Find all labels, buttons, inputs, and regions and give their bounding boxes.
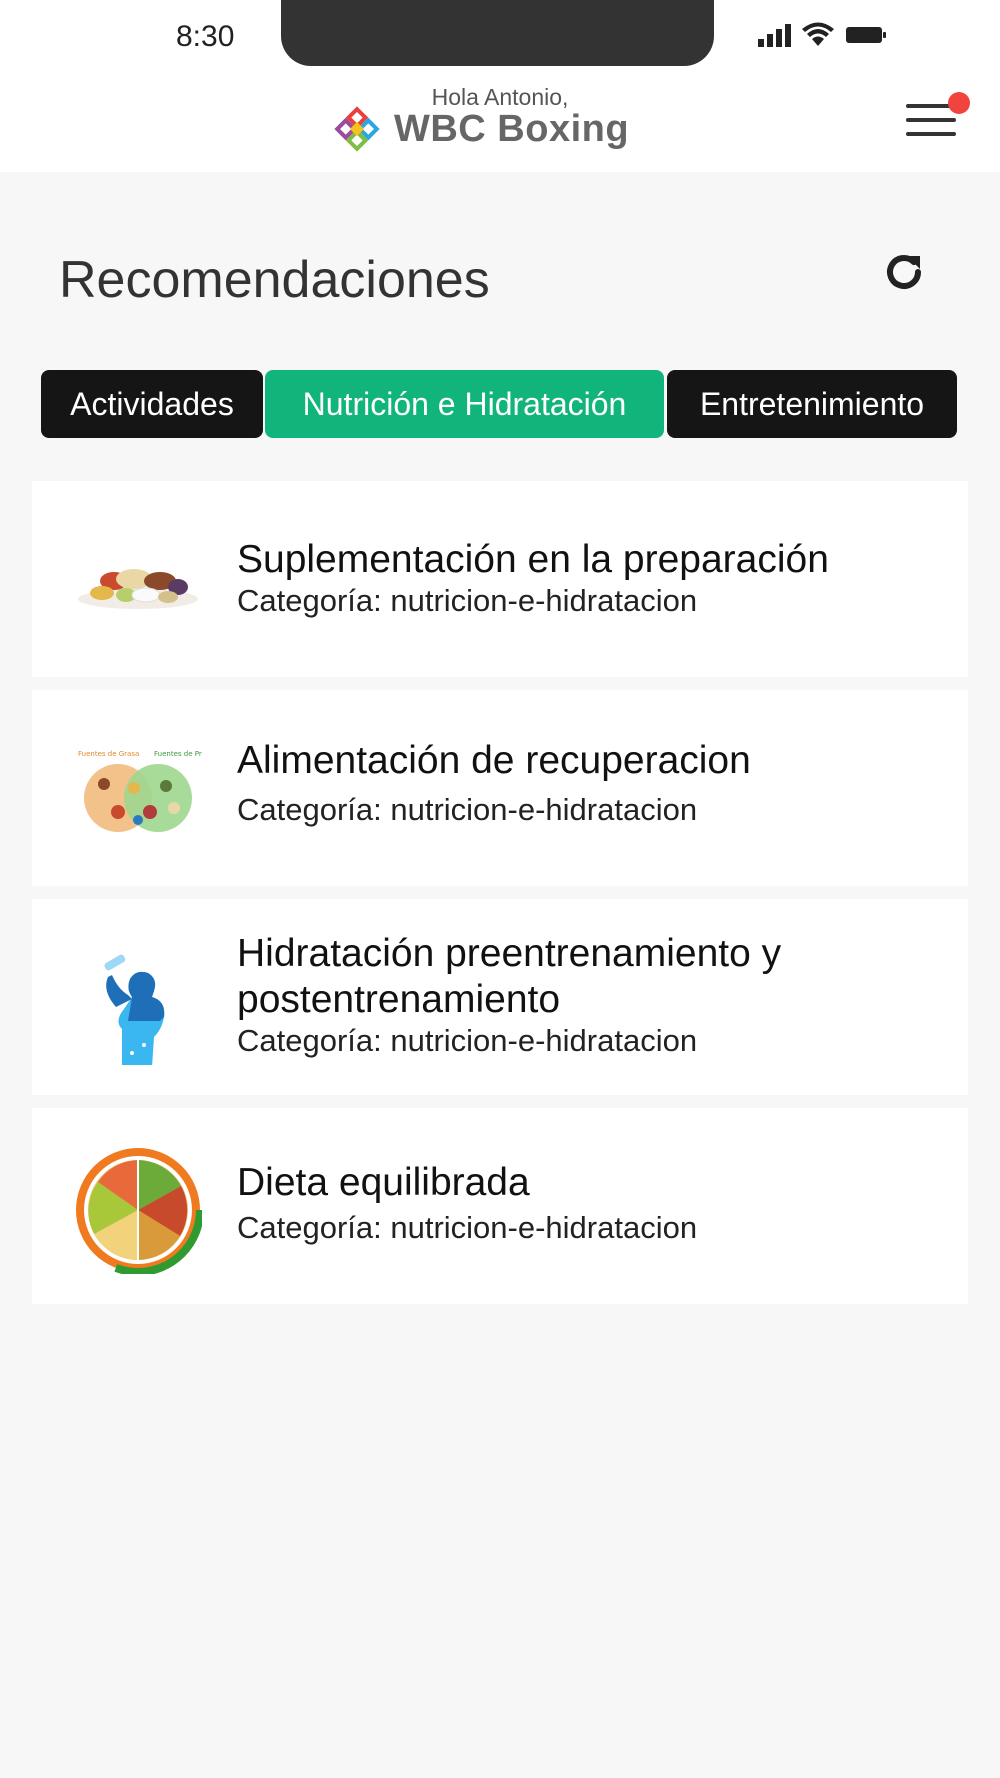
recommendation-card[interactable]: Dieta equilibrada Categoría: nutricion-e… xyxy=(32,1108,968,1304)
recommendation-card[interactable]: Fuentes de Grasa Fuentes de Proteína Ali… xyxy=(32,690,968,886)
card-category: Categoría: nutricion-e-hidratacion xyxy=(237,1023,698,1058)
card-title: Dieta equilibrada xyxy=(237,1161,530,1204)
supplements-pills-image xyxy=(78,569,198,609)
card-title-line: Hidratación preentrenamiento y xyxy=(237,932,782,975)
battery-icon xyxy=(846,27,886,43)
page-title: Recomendaciones xyxy=(59,251,490,309)
card-title: Alimentación de recuperacion xyxy=(237,739,751,782)
wifi-icon xyxy=(802,22,834,46)
signal-icon xyxy=(758,23,791,47)
notification-dot xyxy=(948,92,970,114)
card-category: Categoría: nutricion-e-hidratacion xyxy=(237,792,698,827)
card-category: Categoría: nutricion-e-hidratacion xyxy=(237,1210,698,1245)
tab-actividades[interactable]: Actividades xyxy=(41,370,263,438)
status-time: 8:30 xyxy=(176,20,235,53)
status-bar: 8:30 xyxy=(0,0,1000,72)
recommendation-card[interactable]: Hidratación preentrenamiento y postentre… xyxy=(32,899,968,1095)
card-title: Hidratación preentrenamiento y postentre… xyxy=(237,931,937,1023)
image-label: Fuentes de Proteína xyxy=(154,750,202,758)
balanced-diet-plate-image xyxy=(74,1146,202,1274)
image-label: Fuentes de Grasa xyxy=(78,750,139,758)
app-header: Hola Antonio, WBC Boxing xyxy=(0,72,1000,172)
card-category: Categoría: nutricion-e-hidratacion xyxy=(237,583,698,618)
tab-entretenimiento[interactable]: Entretenimiento xyxy=(667,370,957,438)
card-title-line: postentrenamiento xyxy=(237,978,561,1021)
wbc-logo-icon xyxy=(334,106,380,152)
food-groups-image: Fuentes de Grasa Fuentes de Proteína xyxy=(78,750,202,832)
person-drinking-water-image xyxy=(104,954,165,1065)
brand: WBC Boxing xyxy=(334,106,629,152)
card-title: Suplementación en la preparación xyxy=(237,538,829,581)
recommendation-card[interactable]: Suplementación en la preparación Categor… xyxy=(32,481,968,677)
device-notch xyxy=(281,0,714,66)
refresh-icon[interactable] xyxy=(880,248,928,296)
brand-name: WBC Boxing xyxy=(394,107,630,150)
tab-nutricion-e-hidratacion[interactable]: Nutrición e Hidratación xyxy=(265,370,664,438)
status-icons xyxy=(758,22,887,48)
